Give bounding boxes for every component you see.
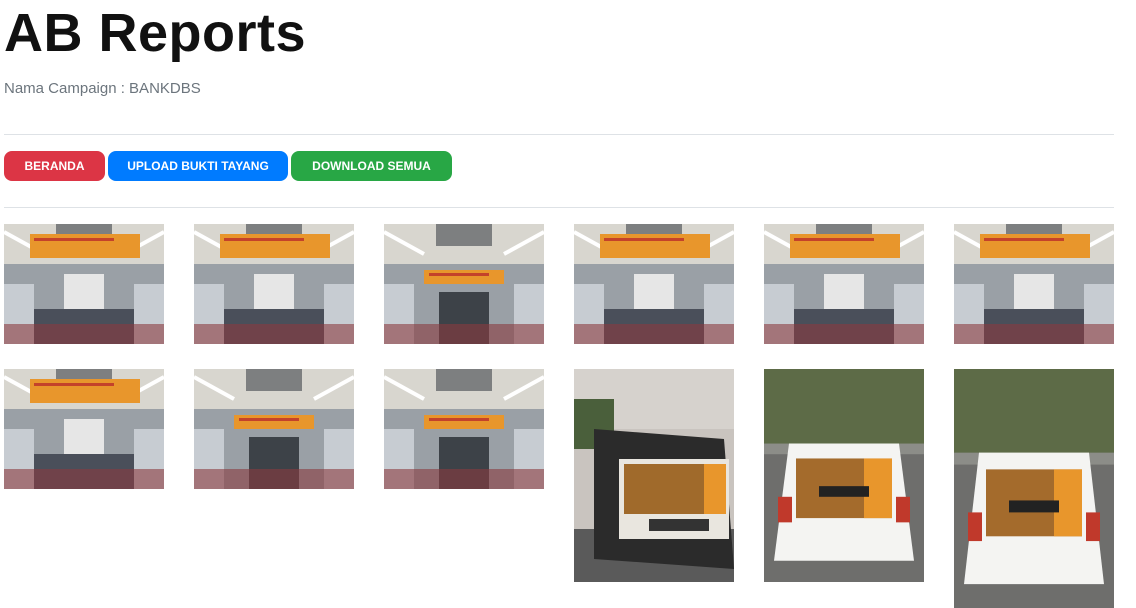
- upload-bukti-tayang-button[interactable]: UPLOAD BUKTI TAYANG: [108, 151, 288, 181]
- report-photo[interactable]: [4, 369, 164, 489]
- report-photo[interactable]: [574, 369, 734, 582]
- campaign-name: Nama Campaign : BANKDBS: [4, 80, 201, 97]
- page-title: AB Reports: [4, 3, 307, 63]
- report-photo[interactable]: [764, 224, 924, 344]
- report-photo[interactable]: [4, 224, 164, 344]
- report-photo[interactable]: [384, 224, 544, 344]
- report-photo[interactable]: [384, 369, 544, 489]
- report-photo[interactable]: [954, 224, 1114, 344]
- beranda-button[interactable]: BERANDA: [4, 151, 105, 181]
- report-photo[interactable]: [194, 369, 354, 489]
- download-semua-button[interactable]: DOWNLOAD SEMUA: [291, 151, 452, 181]
- divider: [4, 207, 1114, 208]
- report-photo[interactable]: [194, 224, 354, 344]
- report-photo[interactable]: [764, 369, 924, 582]
- report-photo[interactable]: [954, 369, 1114, 608]
- report-photo[interactable]: [574, 224, 734, 344]
- divider: [4, 134, 1114, 135]
